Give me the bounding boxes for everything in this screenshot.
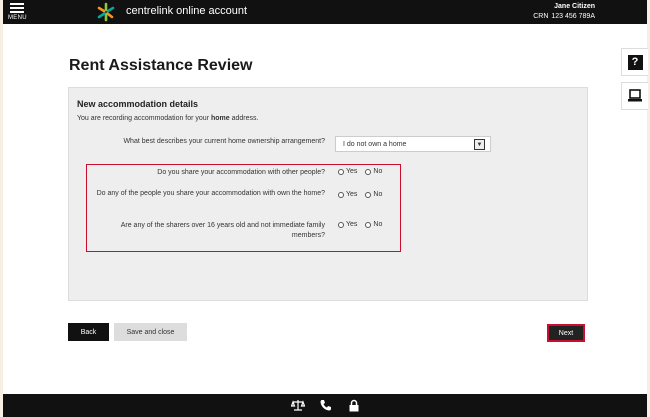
lock-icon[interactable]	[347, 398, 361, 412]
radio-circle-icon	[338, 221, 344, 228]
subtitle-bold: home	[210, 115, 230, 122]
radio-label: Yes	[346, 168, 358, 175]
section-title: New accommodation details	[77, 99, 199, 109]
ownership-value: I do not own a home	[343, 141, 407, 148]
owner-yes-radio[interactable]: Yes	[338, 191, 357, 198]
question-sharer-label: Are any of the sharers over 16 years old…	[120, 222, 325, 239]
ownership-label: What best describes your current home ow…	[123, 138, 325, 145]
scales-icon[interactable]	[291, 398, 305, 412]
menu-label: MENU	[8, 15, 27, 21]
question-share-radios: Yes No	[338, 168, 382, 175]
help-button[interactable]: ?	[621, 48, 648, 76]
save-and-close-button[interactable]: Save and close	[114, 323, 187, 341]
side-tools: ?	[621, 48, 648, 116]
subtitle-post: address.	[229, 115, 259, 122]
radio-circle-icon	[338, 191, 344, 198]
page-title: Rent Assistance Review	[69, 57, 253, 74]
radio-circle-icon	[365, 168, 372, 175]
laptop-icon	[628, 89, 642, 102]
chevron-down-icon: ▼	[474, 139, 485, 150]
user-name: Jane Citizen	[554, 3, 595, 10]
question-owner-radios: Yes No	[338, 191, 382, 198]
share-no-radio[interactable]: No	[365, 168, 382, 175]
radio-label: Yes	[346, 221, 358, 228]
next-button[interactable]: Next	[547, 324, 585, 342]
sharer-no-radio[interactable]: No	[365, 221, 382, 228]
top-bar: MENU centrelink online account Jane Citi…	[3, 0, 647, 24]
ownership-select[interactable]: I do not own a home ▼	[335, 136, 491, 152]
footer-icons	[291, 398, 361, 412]
radio-circle-icon	[365, 221, 372, 228]
laptop-button[interactable]	[621, 82, 648, 110]
radio-label: No	[373, 221, 383, 228]
radio-label: No	[373, 191, 383, 198]
crn-value: 123 456 789A	[551, 13, 595, 20]
help-icon: ?	[627, 54, 643, 70]
crn: CRN 123 456 789A	[533, 13, 595, 20]
app-frame: MENU centrelink online account Jane Citi…	[3, 0, 648, 417]
app-title: centrelink online account	[126, 5, 248, 17]
subtitle-pre: You are recording accommodation for your	[77, 115, 211, 122]
footer-bar	[3, 394, 647, 417]
question-share-label: Do you share your accommodation with oth…	[157, 169, 325, 176]
sharer-yes-radio[interactable]: Yes	[338, 221, 357, 228]
section-subtitle: You are recording accommodation for your…	[77, 115, 258, 122]
menu-button[interactable]: MENU	[3, 0, 47, 24]
accommodation-panel: New accommodation details You are record…	[68, 87, 588, 301]
owner-no-radio[interactable]: No	[365, 191, 382, 198]
question-owner-label: Do any of the people you share your acco…	[96, 190, 325, 197]
radio-label: No	[373, 168, 383, 175]
hamburger-icon	[10, 3, 24, 15]
crn-label: CRN	[533, 13, 549, 20]
back-button[interactable]: Back	[68, 323, 109, 341]
share-yes-radio[interactable]: Yes	[338, 168, 357, 175]
radio-circle-icon	[338, 168, 344, 175]
question-sharer-radios: Yes No	[338, 221, 382, 228]
centrelink-star-icon	[97, 2, 115, 22]
phone-icon[interactable]	[319, 398, 333, 412]
radio-circle-icon	[365, 191, 372, 198]
radio-label: Yes	[346, 191, 358, 198]
